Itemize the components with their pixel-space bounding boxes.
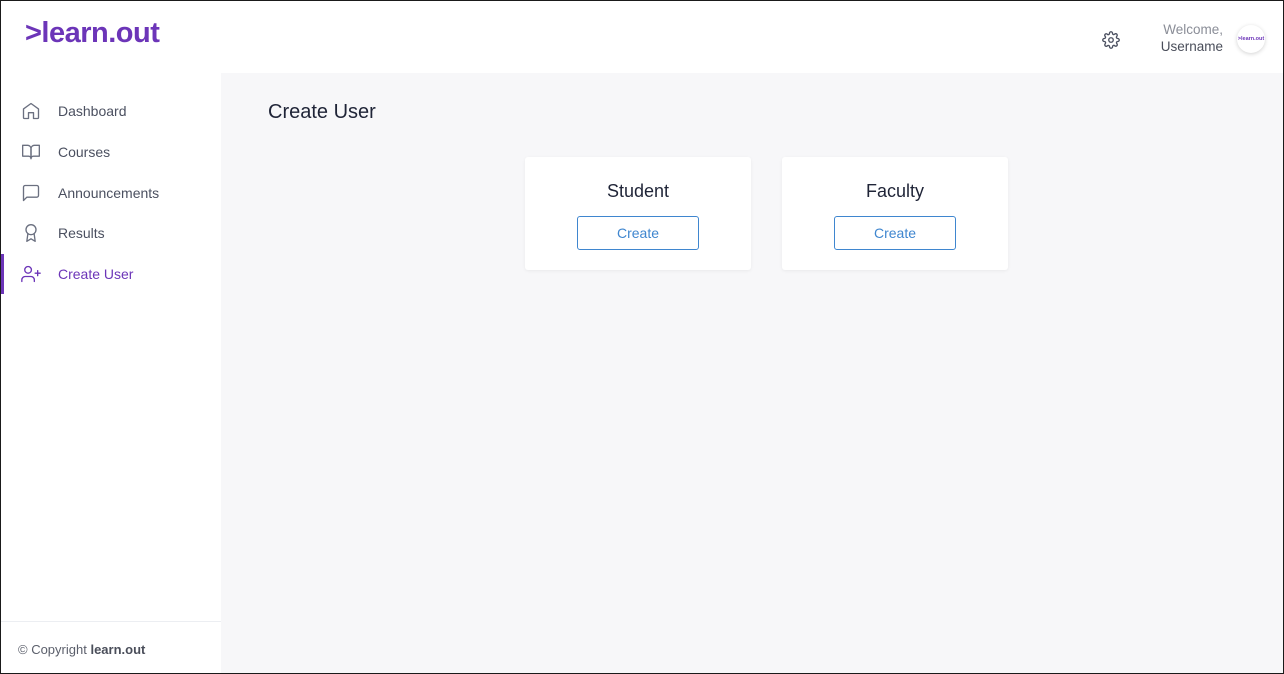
sidebar-item-dashboard[interactable]: Dashboard bbox=[1, 91, 221, 131]
home-icon bbox=[22, 102, 40, 120]
award-icon bbox=[25, 224, 37, 242]
user-plus-icon bbox=[21, 265, 41, 283]
create-faculty-button[interactable]: Create bbox=[834, 216, 956, 250]
student-card: Student Create bbox=[525, 157, 751, 270]
copyright-prefix: © Copyright bbox=[18, 642, 87, 657]
welcome-greeting: Welcome, bbox=[1163, 22, 1223, 37]
sidebar-footer: © Copyright learn.out bbox=[1, 621, 221, 673]
logo[interactable]: >learn.out bbox=[25, 17, 160, 50]
settings-button[interactable] bbox=[1099, 28, 1123, 52]
card-title: Student bbox=[606, 181, 670, 201]
copyright-brand: learn.out bbox=[90, 642, 146, 657]
gear-icon bbox=[1102, 31, 1120, 49]
book-open-icon bbox=[22, 144, 40, 160]
sidebar-item-create-user[interactable]: Create User bbox=[1, 254, 221, 294]
sidebar-item-label: Dashboard bbox=[58, 103, 127, 119]
main-content: Create User Student Create Faculty Creat… bbox=[221, 73, 1283, 673]
faculty-card: Faculty Create bbox=[782, 157, 1008, 270]
sidebar: Dashboard Courses Announcements Results … bbox=[1, 73, 221, 673]
card-title: Faculty bbox=[865, 181, 925, 201]
sidebar-item-label: Announcements bbox=[58, 185, 160, 201]
username-label: Username bbox=[1160, 39, 1223, 54]
top-bar: >learn.out Welcome, Username >learn.out bbox=[1, 1, 1283, 73]
avatar[interactable]: >learn.out bbox=[1237, 25, 1265, 53]
sidebar-item-results[interactable]: Results bbox=[1, 213, 221, 253]
message-square-icon bbox=[22, 184, 40, 202]
copyright-text: © Copyright learn.out bbox=[18, 642, 145, 657]
welcome-text: Welcome, Username bbox=[1161, 21, 1223, 55]
create-student-button[interactable]: Create bbox=[577, 216, 699, 250]
sidebar-item-label: Create User bbox=[58, 266, 134, 282]
page-title: Create User bbox=[268, 101, 376, 123]
sidebar-item-announcements[interactable]: Announcements bbox=[1, 173, 221, 213]
sidebar-item-label: Courses bbox=[58, 144, 111, 160]
sidebar-item-courses[interactable]: Courses bbox=[1, 132, 221, 172]
sidebar-item-label: Results bbox=[58, 225, 105, 241]
